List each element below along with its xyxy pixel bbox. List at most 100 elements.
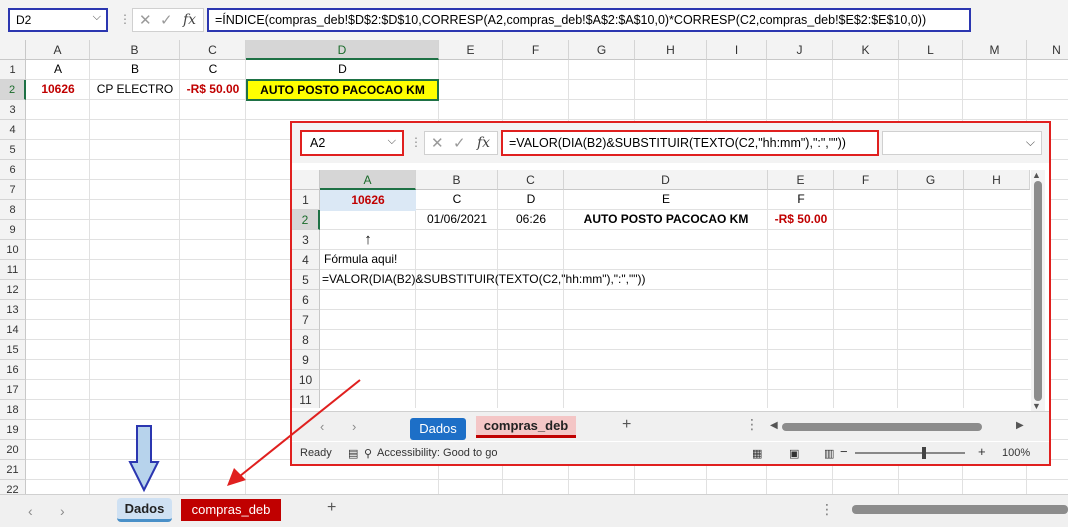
cell-c2[interactable]: -R$ 50.00 [180,80,246,99]
inner-row-header-9[interactable]: 9 [292,350,320,370]
inner-name-box[interactable]: A2 ⌵ [300,130,404,156]
horizontal-scroll-thumb[interactable] [782,423,982,431]
inner-row-header-7[interactable]: 7 [292,310,320,330]
row-header-7[interactable]: 7 [0,180,26,200]
column-header-h[interactable]: H [635,40,707,60]
column-header-e[interactable]: E [439,40,503,60]
inner-selected-cell-a2[interactable]: 10626 [320,190,416,211]
chevron-left-icon[interactable]: ‹ [28,503,33,519]
add-sheet-icon[interactable]: + [327,499,336,517]
inner-tab-compras-deb[interactable]: compras_deb [476,416,576,438]
inner-row-header-3[interactable]: 3 [292,230,320,250]
cell-a1[interactable]: A [26,60,90,79]
inner-cell-a4[interactable]: Fórmula aqui! [324,250,444,269]
inner-row-header-4[interactable]: 4 [292,250,320,270]
inner-cell-b2[interactable]: 01/06/2021 [416,210,498,229]
column-header-f[interactable]: F [503,40,569,60]
cell-a2[interactable]: 10626 [26,80,90,99]
row-header-3[interactable]: 3 [0,100,26,120]
cell-b1[interactable]: B [90,60,180,79]
column-header-d[interactable]: D [246,40,439,60]
inner-cell-e2[interactable]: -R$ 50.00 [768,210,834,229]
row-header-14[interactable]: 14 [0,320,26,340]
chevron-down-icon[interactable]: ⌵ [93,11,101,24]
normal-view-icon[interactable]: ▦ [752,447,762,460]
row-header-10[interactable]: 10 [0,240,26,260]
cancel-icon[interactable]: ✕ [139,11,152,29]
more-icon[interactable]: ⋮ [820,501,834,518]
inner-column-header-g[interactable]: G [898,170,964,190]
inner-row-header-5[interactable]: 5 [292,270,320,290]
zoom-level[interactable]: 100% [1002,447,1030,459]
row-header-12[interactable]: 12 [0,280,26,300]
tab-compras-deb[interactable]: compras_deb [181,499,281,521]
zoom-in-icon[interactable]: + [978,444,986,459]
column-header-j[interactable]: J [767,40,833,60]
inner-row-header-10[interactable]: 10 [292,370,320,390]
scroll-up-icon[interactable]: ▲ [1032,170,1041,180]
row-header-6[interactable]: 6 [0,160,26,180]
row-header-18[interactable]: 18 [0,400,26,420]
inner-worksheet-grid[interactable]: A B C D E F G H 123456789101112 A C D E … [292,170,1049,408]
formula-expand-area[interactable]: ⌵ [882,131,1042,155]
inner-column-header-e[interactable]: E [768,170,834,190]
chevron-right-icon[interactable]: › [60,503,65,519]
inner-formula-input[interactable]: =VALOR(DIA(B2)&SUBSTITUIR(TEXTO(C2,"hh:m… [501,130,879,156]
select-all-corner[interactable] [292,170,320,190]
cancel-icon[interactable]: ✕ [431,134,444,152]
column-header-b[interactable]: B [90,40,180,60]
row-header-17[interactable]: 17 [0,380,26,400]
column-header-i[interactable]: I [707,40,767,60]
column-header-a[interactable]: A [26,40,90,60]
row-header-20[interactable]: 20 [0,440,26,460]
zoom-slider-thumb[interactable] [922,447,926,459]
insert-function-icon[interactable]: fx [477,135,490,151]
scroll-right-icon[interactable]: ▶ [1016,420,1024,431]
inner-column-header-c[interactable]: C [498,170,564,190]
insert-function-icon[interactable]: fx [183,12,196,28]
chevron-left-icon[interactable]: ‹ [320,419,324,434]
inner-cell-d2[interactable]: AUTO POSTO PACOCAO KM [564,210,768,229]
inner-cell-d1[interactable]: E [564,190,768,209]
selected-cell-d2[interactable]: AUTO POSTO PACOCAO KM [246,79,439,101]
inner-row-header-8[interactable]: 8 [292,330,320,350]
zoom-out-icon[interactable]: − [840,444,848,459]
inner-column-header-d[interactable]: D [564,170,768,190]
scroll-left-icon[interactable]: ◀ [770,420,778,431]
inner-cell-e1[interactable]: F [768,190,834,209]
page-layout-icon[interactable]: ▣ [789,447,799,460]
inner-column-header-h[interactable]: H [964,170,1030,190]
name-box[interactable]: D2 ⌵ [8,8,108,32]
inner-row-header-2[interactable]: 2 [292,210,320,230]
inner-row-header-11[interactable]: 11 [292,390,320,408]
row-header-11[interactable]: 11 [0,260,26,280]
inner-cell-c2[interactable]: 06:26 [498,210,564,229]
column-header-m[interactable]: M [963,40,1027,60]
inner-cell-b1[interactable]: C [416,190,498,209]
column-header-c[interactable]: C [180,40,246,60]
row-header-21[interactable]: 21 [0,460,26,480]
add-sheet-icon[interactable]: + [622,416,631,434]
column-header-g[interactable]: G [569,40,635,60]
column-header-l[interactable]: L [899,40,963,60]
column-header-n[interactable]: N [1027,40,1068,60]
scroll-down-icon[interactable]: ▼ [1032,401,1041,411]
row-header-13[interactable]: 13 [0,300,26,320]
inner-column-header-a[interactable]: A [320,170,416,190]
formula-input[interactable]: =ÍNDICE(compras_deb!$D$2:$D$10,CORRESP(A… [207,8,971,32]
row-header-4[interactable]: 4 [0,120,26,140]
enter-check-icon[interactable]: ✓ [160,11,173,29]
more-icon[interactable]: ⋮ [745,416,759,433]
inner-cell-a5[interactable]: =VALOR(DIA(B2)&SUBSTITUIR(TEXTO(C2,"hh:m… [322,270,742,289]
inner-cell-c1[interactable]: D [498,190,564,209]
enter-check-icon[interactable]: ✓ [453,134,466,152]
inner-row-header-1[interactable]: 1 [292,190,320,210]
accessibility-status[interactable]: Accessibility: Good to go [377,447,497,459]
row-header-16[interactable]: 16 [0,360,26,380]
row-header-1[interactable]: 1 [0,60,26,80]
tab-dados[interactable]: Dados [117,498,172,522]
row-header-2[interactable]: 2 [0,80,26,100]
row-header-8[interactable]: 8 [0,200,26,220]
chevron-right-icon[interactable]: › [352,419,356,434]
row-header-15[interactable]: 15 [0,340,26,360]
